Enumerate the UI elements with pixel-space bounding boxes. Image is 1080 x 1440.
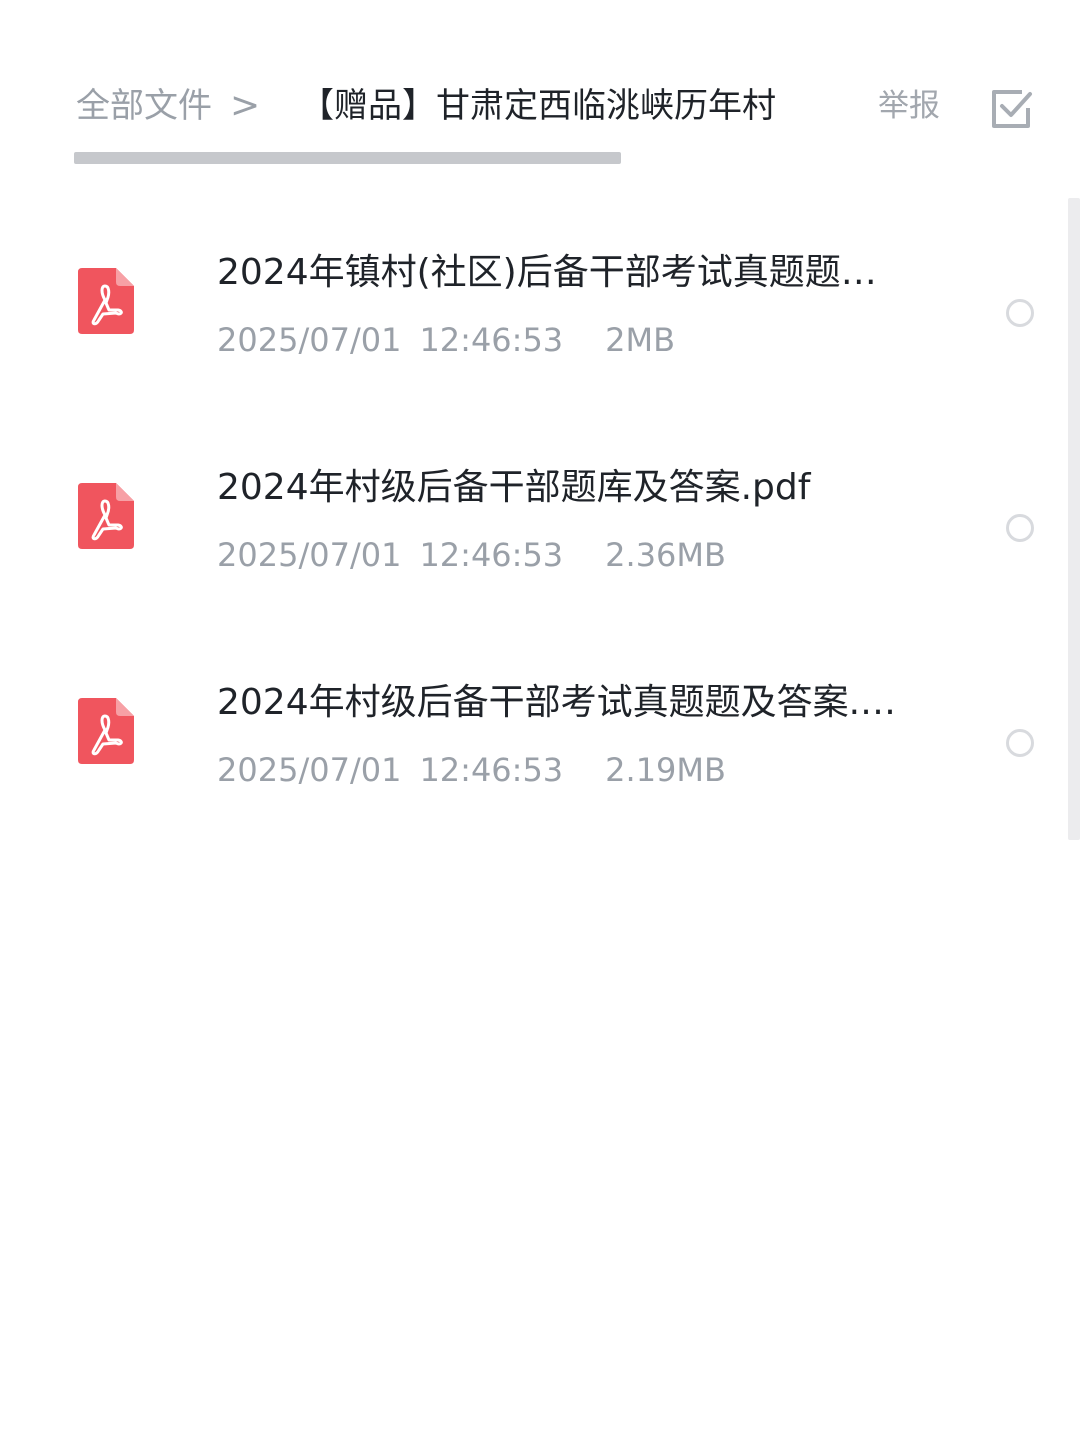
file-date: 2025/07/01 [217,751,402,789]
file-size: 2.19MB [605,751,726,789]
file-date: 2025/07/01 [217,536,402,574]
select-radio[interactable] [1006,729,1034,757]
file-row[interactable]: 2024年村级后备干部考试真题题及答案.… 2025/07/01 12:46:53… [0,628,1060,843]
pdf-icon [78,698,134,764]
pdf-icon [78,268,134,334]
breadcrumb-underline-bar [74,152,621,164]
select-radio[interactable] [1006,514,1034,542]
breadcrumb-current-folder: 【赠品】甘肃定西临洮峡历年村 [300,86,776,126]
select-radio[interactable] [1006,299,1034,327]
breadcrumb-root-link[interactable]: 全部文件 [76,82,212,130]
select-mode-button[interactable] [986,84,1034,132]
file-list: 2024年镇村(社区)后备干部考试真题题… 2025/07/01 12:46:53… [0,198,1060,843]
file-row[interactable]: 2024年镇村(社区)后备干部考试真题题… 2025/07/01 12:46:53… [0,198,1060,413]
breadcrumb-separator: > [230,85,261,126]
pdf-icon [78,483,134,549]
file-time: 12:46:53 [419,751,564,789]
scrollbar[interactable] [1068,198,1080,840]
file-time: 12:46:53 [419,321,564,359]
report-button[interactable]: 举报 [878,84,940,128]
file-meta: 2025/07/01 12:46:53 2.19MB [217,748,726,792]
header: 全部文件 > 【赠品】甘肃定西临洮峡历年村 举报 [0,0,1080,170]
file-size: 2.36MB [605,536,726,574]
file-name: 2024年村级后备干部题库及答案.pdf [217,467,811,508]
file-name: 2024年村级后备干部考试真题题及答案.… [217,682,897,723]
file-time: 12:46:53 [419,536,564,574]
file-date: 2025/07/01 [217,321,402,359]
checkbox-select-icon [992,90,1032,128]
file-row[interactable]: 2024年村级后备干部题库及答案.pdf 2025/07/01 12:46:53 2… [0,413,1060,628]
file-size: 2MB [605,321,676,359]
file-meta: 2025/07/01 12:46:53 2MB [217,318,675,362]
file-meta: 2025/07/01 12:46:53 2.36MB [217,533,726,577]
file-name: 2024年镇村(社区)后备干部考试真题题… [217,252,877,293]
